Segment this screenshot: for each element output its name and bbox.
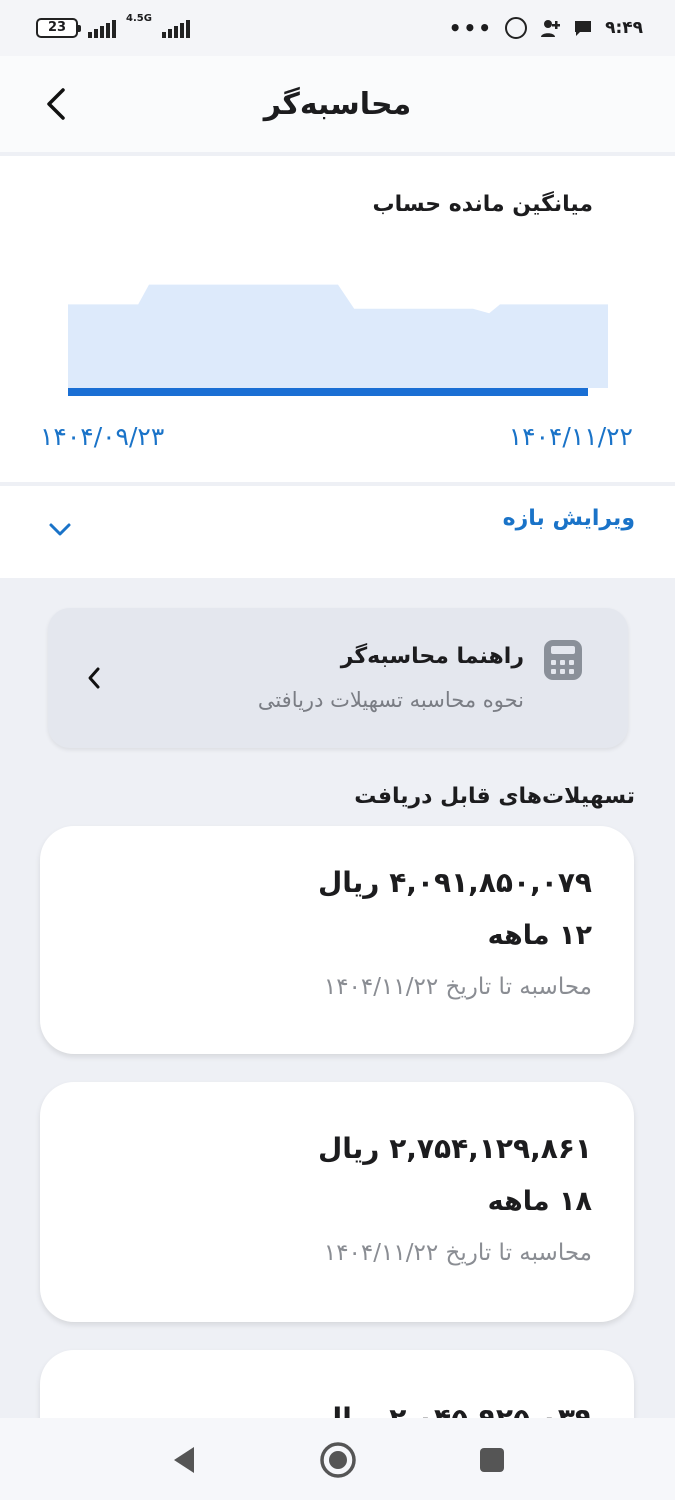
balance-chart-card: میانگین مانده حساب ۱۴۰۴/۰۹/۲۳ ۱۴۰۴/۱۱/۲۲	[0, 156, 675, 482]
person-add-icon	[541, 20, 561, 37]
status-bar: 23 4.5G ••• ۹:۴۹	[0, 0, 675, 56]
circle-home-icon	[320, 1442, 356, 1478]
triangle-back-icon	[174, 1447, 194, 1473]
chevron-down-icon	[49, 523, 71, 536]
page-title: محاسبه‌گر	[263, 86, 412, 122]
chart-end-date: ۱۴۰۴/۱۱/۲۲	[508, 422, 633, 451]
facility-calc-date: محاسبه تا تاریخ ۱۴۰۴/۱۱/۲۲	[323, 974, 592, 1000]
balance-chart	[68, 284, 608, 396]
app-bar: محاسبه‌گر	[0, 56, 675, 152]
facility-amount: ۲,۷۵۴,۱۲۹,۸۶۱ ریال	[317, 1132, 592, 1165]
edit-range-row[interactable]: ویرایش بازه	[0, 486, 675, 578]
clock: ۹:۴۹	[605, 18, 643, 38]
nav-recents-button[interactable]	[470, 1438, 514, 1482]
guide-title: راهنما محاسبه‌گر	[340, 644, 524, 669]
nav-home-button[interactable]	[316, 1438, 360, 1482]
back-button[interactable]	[30, 78, 82, 130]
guide-subtitle: نحوه محاسبه تسهیلات دریافتی	[257, 688, 524, 712]
square-recents-icon	[480, 1448, 504, 1472]
facility-term: ۱۸ ماهه	[487, 1186, 592, 1217]
status-left: 23 4.5G	[36, 14, 190, 38]
whatsapp-icon	[505, 17, 528, 39]
status-right: ••• ۹:۴۹	[449, 16, 643, 40]
signal-icon-2	[161, 18, 190, 38]
facility-term: ۱۲ ماهه	[487, 920, 592, 951]
chart-area	[68, 284, 608, 388]
system-nav-bar	[0, 1418, 675, 1500]
calculator-icon	[544, 640, 582, 680]
facility-card-18[interactable]: ۲,۷۵۴,۱۲۹,۸۶۱ ریال ۱۸ ماهه محاسبه تا تار…	[40, 1082, 634, 1322]
facility-card-12[interactable]: ۴,۰۹۱,۸۵۰,۰۷۹ ریال ۱۲ ماهه محاسبه تا تار…	[40, 826, 634, 1054]
edit-range-label: ویرایش بازه	[502, 506, 635, 531]
facility-amount: ۴,۰۹۱,۸۵۰,۰۷۹ ریال	[317, 866, 592, 899]
calculator-guide-card[interactable]: راهنما محاسبه‌گر نحوه محاسبه تسهیلات دری…	[48, 608, 628, 748]
chart-baseline	[68, 388, 588, 396]
chevron-left-icon	[47, 88, 65, 120]
more-notifications-icon: •••	[448, 16, 494, 40]
chevron-left-icon	[88, 667, 100, 689]
battery-icon: 23	[36, 18, 81, 38]
facility-calc-date: محاسبه تا تاریخ ۱۴۰۴/۱۱/۲۲	[323, 1240, 592, 1266]
chat-icon	[575, 21, 592, 36]
chart-start-date: ۱۴۰۴/۰۹/۲۳	[40, 422, 165, 451]
network-type: 4.5G	[126, 13, 152, 24]
facilities-section-title: تسهیلات‌های قابل دریافت	[354, 784, 635, 809]
signal-icon	[88, 18, 116, 38]
nav-back-button[interactable]	[162, 1438, 206, 1482]
battery-level: 23	[47, 20, 67, 35]
